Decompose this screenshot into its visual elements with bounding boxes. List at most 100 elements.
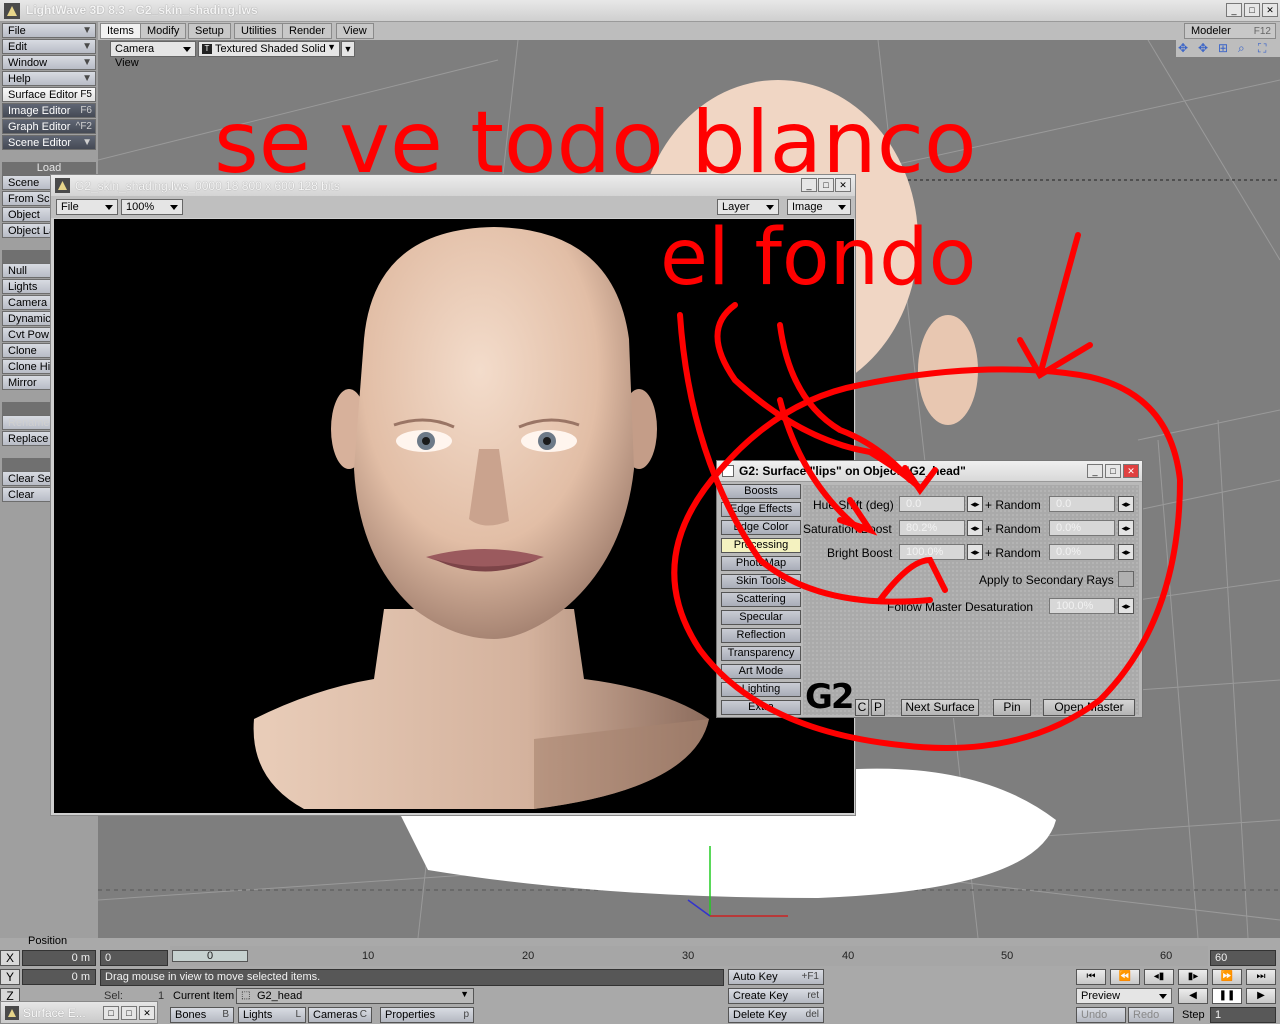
g2-tab-reflection[interactable]: Reflection bbox=[721, 628, 801, 643]
restore-icon[interactable]: □ bbox=[103, 1006, 119, 1020]
sidebar-menu-help[interactable]: Help ▼ bbox=[2, 71, 96, 86]
saturation-random-slider-icon[interactable]: ◂▸ bbox=[1118, 520, 1134, 536]
g2-tab-specular[interactable]: Specular bbox=[721, 610, 801, 625]
current-item-select[interactable]: ⬚ G2_head ▼ bbox=[236, 988, 474, 1004]
hue-shift-slider-icon[interactable]: ◂▸ bbox=[967, 496, 983, 512]
camera-view-select[interactable]: Camera View bbox=[110, 41, 196, 69]
tab-modify[interactable]: Modify bbox=[140, 23, 187, 39]
delete-key-button[interactable]: Delete Key del bbox=[728, 1007, 824, 1023]
pin-button[interactable]: Pin bbox=[993, 699, 1031, 716]
bright-boost-field[interactable]: 100.0% bbox=[899, 544, 965, 560]
magnify-icon[interactable]: ⌕ bbox=[1238, 41, 1254, 55]
minimized-surface-editor[interactable]: Surface E... □ □ ✕ bbox=[0, 1001, 158, 1024]
g2-tab-edge-effects[interactable]: Edge Effects bbox=[721, 502, 801, 517]
g2-tab-art-mode[interactable]: Art Mode bbox=[721, 664, 801, 679]
tab-setup[interactable]: Setup bbox=[188, 23, 231, 39]
first-frame-icon[interactable]: ⏮ bbox=[1076, 969, 1106, 985]
g2-tab-extra[interactable]: Extra bbox=[721, 700, 801, 715]
next-surface-button[interactable]: Next Surface bbox=[901, 699, 979, 716]
sidebar-menu-window[interactable]: Window ▼ bbox=[2, 55, 96, 70]
rotate-view-icon[interactable]: ✥ bbox=[1198, 41, 1214, 55]
g2-tab-transparency[interactable]: Transparency bbox=[721, 646, 801, 661]
g2-tab-skin-tools[interactable]: Skin Tools bbox=[721, 574, 801, 589]
next-key-icon[interactable]: ⏩ bbox=[1212, 969, 1242, 985]
previous-key-icon[interactable]: ⏪ bbox=[1110, 969, 1140, 985]
image-editor-button[interactable]: Image Editor F6 bbox=[2, 103, 96, 118]
end-frame-field[interactable]: 60 bbox=[1210, 950, 1276, 966]
modeler-button[interactable]: Modeler F12 bbox=[1184, 23, 1276, 39]
bright-random-field[interactable]: 0.0% bbox=[1049, 544, 1115, 560]
maximize-icon[interactable]: □ bbox=[121, 1006, 137, 1020]
create-key-button[interactable]: Create Key ret bbox=[728, 988, 824, 1004]
g2-tab-lighting[interactable]: Lighting bbox=[721, 682, 801, 697]
tab-view[interactable]: View bbox=[336, 23, 374, 39]
copy-button[interactable]: C bbox=[855, 699, 869, 716]
saturation-slider-icon[interactable]: ◂▸ bbox=[967, 520, 983, 536]
close-icon[interactable]: ✕ bbox=[1262, 3, 1278, 17]
next-frame-icon[interactable]: ▮▸ bbox=[1178, 969, 1208, 985]
open-master-button[interactable]: Open Master bbox=[1043, 699, 1135, 716]
y-position-field[interactable]: 0 m bbox=[22, 969, 96, 985]
tab-items[interactable]: Items bbox=[100, 23, 141, 39]
move-view-icon[interactable]: ✥ bbox=[1178, 41, 1194, 55]
tab-render[interactable]: Render bbox=[282, 23, 333, 39]
minimize-icon[interactable]: _ bbox=[1226, 3, 1242, 17]
x-axis-toggle[interactable]: X bbox=[0, 950, 20, 966]
bright-slider-icon[interactable]: ◂▸ bbox=[967, 544, 983, 560]
maximize-icon[interactable]: □ bbox=[818, 178, 834, 192]
minimize-icon[interactable]: _ bbox=[801, 178, 817, 192]
secondary-rays-checkbox[interactable] bbox=[1118, 571, 1134, 587]
paste-button[interactable]: P bbox=[871, 699, 885, 716]
tab-utilities[interactable]: Utilities bbox=[234, 23, 284, 39]
hue-shift-field[interactable]: 0.0 bbox=[899, 496, 965, 512]
zoom-select[interactable]: 100% bbox=[121, 199, 183, 215]
preview-select[interactable]: Preview bbox=[1076, 988, 1172, 1004]
minimize-icon[interactable]: _ bbox=[1087, 464, 1103, 478]
step-field[interactable]: 1 bbox=[1210, 1007, 1276, 1023]
redo-button[interactable]: Redo bbox=[1128, 1007, 1174, 1023]
hue-random-field[interactable]: 0.0 bbox=[1049, 496, 1115, 512]
maximize-icon[interactable]: □ bbox=[1244, 3, 1260, 17]
x-position-field[interactable]: 0 m bbox=[22, 950, 96, 966]
lights-button[interactable]: Lights L bbox=[238, 1007, 306, 1023]
close-icon[interactable]: ✕ bbox=[139, 1006, 155, 1020]
graph-editor-button[interactable]: Graph Editor ^F2 bbox=[2, 119, 96, 134]
play-icon[interactable]: ▶ bbox=[1246, 988, 1276, 1004]
scene-editor-button[interactable]: Scene Editor ▼ bbox=[2, 135, 96, 150]
maximize-icon[interactable]: □ bbox=[1105, 464, 1121, 478]
g2-tab-boosts[interactable]: Boosts bbox=[721, 484, 801, 499]
g2-tab-edge-color[interactable]: Edge Color bbox=[721, 520, 801, 535]
last-frame-icon[interactable]: ⏭ bbox=[1246, 969, 1276, 985]
viewport-options-dropdown[interactable]: ▼ bbox=[341, 41, 355, 57]
g2-tab-scattering[interactable]: Scattering bbox=[721, 592, 801, 607]
saturation-random-field[interactable]: 0.0% bbox=[1049, 520, 1115, 536]
surface-editor-button[interactable]: Surface Editor F5 bbox=[2, 87, 96, 102]
previous-frame-icon[interactable]: ◂▮ bbox=[1144, 969, 1174, 985]
bones-button[interactable]: Bones B bbox=[170, 1007, 234, 1023]
master-desaturation-slider-icon[interactable]: ◂▸ bbox=[1118, 598, 1134, 614]
render-mode-select[interactable]: T Textured Shaded Solid ▼ bbox=[198, 41, 340, 57]
image-select[interactable]: Image bbox=[787, 199, 851, 215]
properties-button[interactable]: Properties p bbox=[380, 1007, 474, 1023]
layer-select[interactable]: Layer bbox=[717, 199, 779, 215]
zoom-view-icon[interactable]: ⊞ bbox=[1218, 41, 1234, 55]
g2-tab-photomap[interactable]: PhotoMap bbox=[721, 556, 801, 571]
cameras-button[interactable]: Cameras C bbox=[308, 1007, 372, 1023]
auto-key-button[interactable]: Auto Key +F1 bbox=[728, 969, 824, 985]
undo-button[interactable]: Undo bbox=[1076, 1007, 1126, 1023]
master-desaturation-field[interactable]: 100.0% bbox=[1049, 598, 1115, 614]
play-reverse-icon[interactable]: ◀ bbox=[1178, 988, 1208, 1004]
saturation-boost-field[interactable]: 80.2% bbox=[899, 520, 965, 536]
sidebar-menu-file[interactable]: File ▼ bbox=[2, 23, 96, 38]
g2-tab-processing[interactable]: Processing bbox=[721, 538, 801, 553]
hue-random-slider-icon[interactable]: ◂▸ bbox=[1118, 496, 1134, 512]
pause-icon[interactable]: ❚❚ bbox=[1212, 988, 1242, 1004]
bright-random-slider-icon[interactable]: ◂▸ bbox=[1118, 544, 1134, 560]
close-icon[interactable]: ✕ bbox=[835, 178, 851, 192]
maximize-view-icon[interactable]: ⛶ bbox=[1258, 41, 1274, 55]
sidebar-menu-edit[interactable]: Edit ▼ bbox=[2, 39, 96, 54]
y-axis-toggle[interactable]: Y bbox=[0, 969, 20, 985]
render-file-menu[interactable]: File bbox=[56, 199, 118, 215]
start-frame-field[interactable]: 0 bbox=[100, 950, 168, 966]
close-icon[interactable]: ✕ bbox=[1123, 464, 1139, 478]
